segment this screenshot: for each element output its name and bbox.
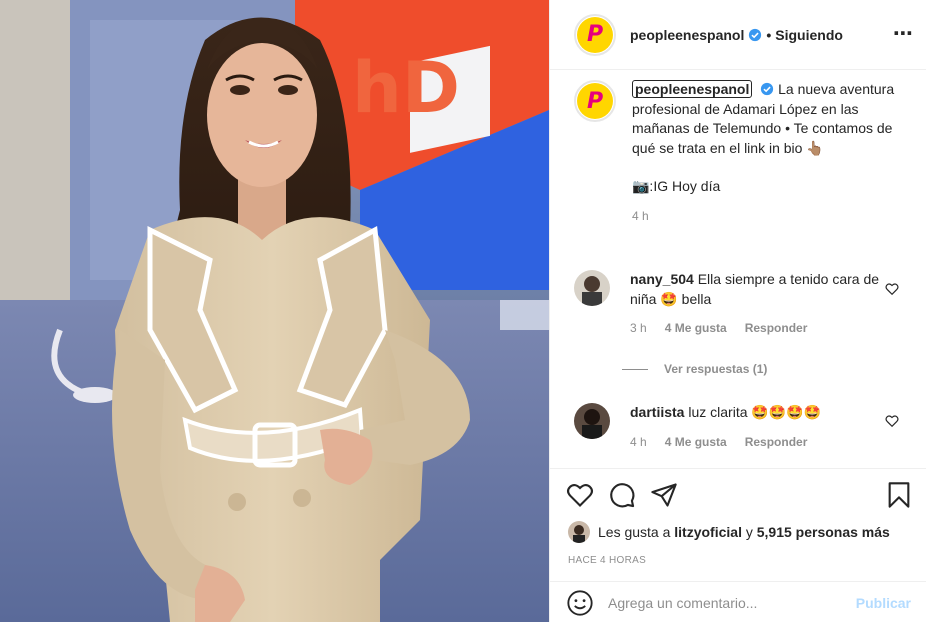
screen-logo-text: hD xyxy=(352,47,460,129)
commenter-photo xyxy=(574,270,610,306)
comment-username[interactable]: nany_504 xyxy=(630,271,694,287)
add-comment-bar: Publicar xyxy=(550,581,926,622)
liker-avatar[interactable] xyxy=(568,521,590,543)
brand-logo-letter: P xyxy=(586,88,604,114)
likes-conjunction: y xyxy=(745,524,753,540)
brand-logo-letter: P xyxy=(586,22,604,47)
share-icon[interactable] xyxy=(650,481,678,509)
comment-time[interactable]: 4 h xyxy=(630,433,647,453)
liker-photo xyxy=(568,521,590,543)
caption-row: P peopleenespanol La nueva aventura prof… xyxy=(574,80,902,226)
likes-prefix: Les gusta a xyxy=(598,524,671,540)
caption-username[interactable]: peopleenespanol xyxy=(632,80,753,98)
author-username[interactable]: peopleenespanol xyxy=(630,27,744,43)
follow-status-button[interactable]: Siguiendo xyxy=(775,27,843,43)
reply-button[interactable]: Responder xyxy=(745,319,808,339)
post-modal: hD P peopleenespanol • Siguiendo ⋯ P peo… xyxy=(0,0,926,622)
brand-logo: P xyxy=(577,83,613,119)
caption-author-avatar[interactable]: P xyxy=(574,80,616,122)
comments-list[interactable]: P peopleenespanol La nueva aventura prof… xyxy=(550,70,926,470)
comment-item: dartiista luz clarita 🤩🤩🤩🤩 4 h 4 Me gust… xyxy=(574,403,900,452)
pointing-hand-emoji: 👆🏽 xyxy=(806,139,824,156)
emoji-icon[interactable] xyxy=(566,589,594,617)
author-avatar[interactable]: P xyxy=(574,13,616,56)
heart-icon[interactable] xyxy=(566,481,594,509)
commenter-photo xyxy=(574,403,610,439)
verified-badge-icon xyxy=(761,82,774,96)
comment-like-heart-icon[interactable] xyxy=(885,414,899,428)
caption-time[interactable]: 4 h xyxy=(632,207,649,227)
separator-dot: • xyxy=(766,26,772,43)
commenter-avatar[interactable] xyxy=(574,270,610,306)
caption-credit: 📷:IG Hoy día xyxy=(632,178,721,194)
comment-text: luz clarita 🤩🤩🤩🤩 xyxy=(688,404,822,420)
verified-badge-icon xyxy=(749,28,762,41)
reply-button[interactable]: Responder xyxy=(745,433,808,453)
post-timestamp[interactable]: HACE 4 HORAS xyxy=(568,555,646,566)
comment-likes[interactable]: 4 Me gusta xyxy=(665,319,727,339)
likes-count[interactable]: 5,915 personas más xyxy=(757,524,890,540)
bookmark-icon[interactable] xyxy=(885,481,913,509)
comment-likes[interactable]: 4 Me gusta xyxy=(665,433,727,453)
comment-icon[interactable] xyxy=(608,481,636,509)
comment-input[interactable] xyxy=(608,594,838,611)
publish-button[interactable]: Publicar xyxy=(856,595,911,611)
replies-divider xyxy=(622,368,648,370)
likes-summary: Les gusta a litzyoficial y 5,915 persona… xyxy=(568,521,890,543)
comment-username[interactable]: dartiista xyxy=(630,404,684,420)
post-side-panel: P peopleenespanol • Siguiendo ⋯ P people… xyxy=(549,0,926,622)
post-header: P peopleenespanol • Siguiendo ⋯ xyxy=(550,0,926,70)
commenter-avatar[interactable] xyxy=(574,403,610,439)
post-photo[interactable]: hD xyxy=(0,0,549,622)
comment-like-heart-icon[interactable] xyxy=(885,282,899,296)
more-options-icon[interactable]: ⋯ xyxy=(893,24,913,44)
comment-time[interactable]: 3 h xyxy=(630,319,647,339)
view-replies-button[interactable]: Ver respuestas (1) xyxy=(622,362,767,376)
photo-illustration: hD xyxy=(0,0,549,622)
post-actions: Les gusta a litzyoficial y 5,915 persona… xyxy=(550,468,926,622)
comment-item: nany_504 Ella siempre a tenido cara de n… xyxy=(574,270,900,339)
liker-username[interactable]: litzyoficial xyxy=(674,524,742,540)
view-replies-label: Ver respuestas (1) xyxy=(664,362,768,376)
brand-logo: P xyxy=(577,16,613,53)
